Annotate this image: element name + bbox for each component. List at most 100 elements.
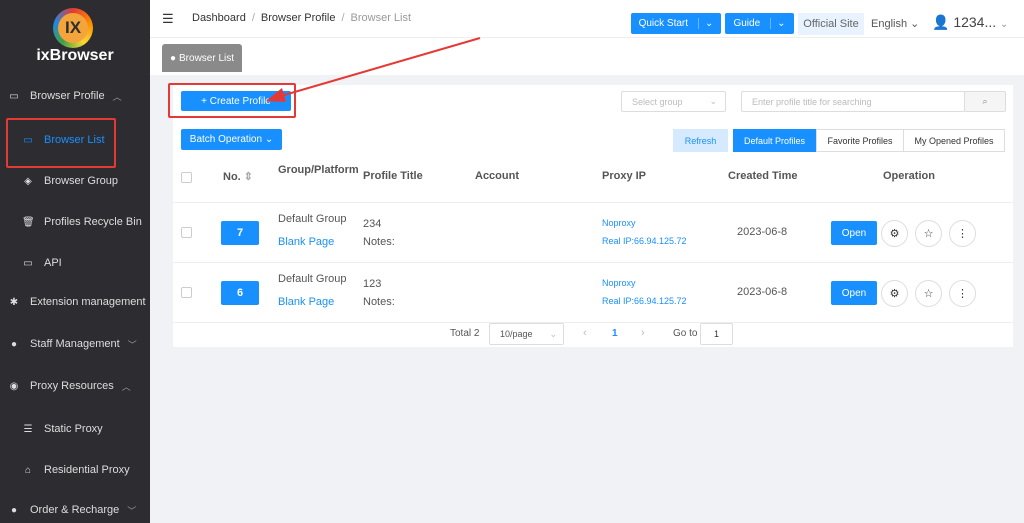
row-checkbox[interactable] bbox=[181, 227, 192, 238]
prev-page-button[interactable]: ‹ bbox=[583, 327, 587, 339]
tab-my-opened-profiles[interactable]: My Opened Profiles bbox=[903, 129, 1005, 152]
user-menu[interactable]: 👤 1234... ⌄ bbox=[932, 14, 1008, 31]
sidebar-item-static-proxy[interactable]: ☰ Static Proxy bbox=[0, 419, 150, 439]
batch-operation-button[interactable]: Batch Operation ⌄ bbox=[181, 129, 282, 150]
breadcrumb-dashboard[interactable]: Dashboard bbox=[192, 12, 246, 24]
group-name: Default Group bbox=[278, 213, 347, 225]
search-icon[interactable]: ⌕ bbox=[964, 91, 1006, 112]
header: ☰ Dashboard / Browser Profile / Browser List… bbox=[150, 0, 1024, 38]
sidebar-item-api[interactable]: ▭ API bbox=[0, 253, 150, 273]
open-button[interactable]: Open bbox=[831, 281, 877, 305]
sidebar-item-label: API bbox=[44, 257, 62, 269]
refresh-button[interactable]: Refresh bbox=[673, 129, 728, 152]
tab-browser-list[interactable]: ● Browser List bbox=[162, 44, 242, 72]
sidebar-item-label: Staff Management bbox=[30, 338, 120, 350]
header-no[interactable]: No. ⇕ bbox=[223, 170, 253, 183]
sidebar-item-residential-proxy[interactable]: ⌂ Residential Proxy bbox=[0, 460, 150, 480]
sidebar-item-label: Browser Profile bbox=[30, 90, 105, 102]
user-icon: 👤 bbox=[932, 14, 950, 30]
tab-default-profiles[interactable]: Default Profiles bbox=[733, 129, 816, 152]
chevron-down-icon[interactable]: ⌄ bbox=[698, 18, 713, 29]
quick-start-button[interactable]: Quick Start ⌄ bbox=[631, 13, 721, 34]
sidebar-item-staff-management[interactable]: ● Staff Management ﹀ bbox=[0, 334, 150, 354]
ixbrowser-logo: IX bbox=[53, 8, 93, 48]
group-name: Default Group bbox=[278, 273, 347, 285]
select-all-checkbox[interactable] bbox=[181, 172, 192, 183]
chevron-down-icon: ﹀ bbox=[127, 505, 137, 516]
globe-icon: ◉ bbox=[9, 380, 19, 392]
chevron-up-icon: ︿ bbox=[121, 381, 131, 392]
sidebar-item-label: Static Proxy bbox=[44, 423, 103, 435]
header-operation: Operation bbox=[883, 170, 935, 182]
language-select[interactable]: English ⌄ bbox=[871, 17, 919, 30]
profile-notes: Notes: bbox=[363, 236, 395, 248]
goto-label: Go to bbox=[673, 328, 698, 339]
sidebar-item-label: Extension management bbox=[30, 296, 146, 308]
sidebar-item-label: Browser Group bbox=[44, 175, 118, 187]
sidebar-item-label: Proxy Resources bbox=[30, 380, 114, 392]
profile-notes: Notes: bbox=[363, 296, 395, 308]
trash-icon: 🗑 bbox=[22, 216, 35, 228]
breadcrumb-browser-profile[interactable]: Browser Profile bbox=[261, 12, 336, 24]
guide-button[interactable]: Guide ⌄ bbox=[725, 13, 794, 34]
header-profile-title: Profile Title bbox=[363, 170, 423, 182]
next-page-button[interactable]: › bbox=[641, 327, 645, 339]
open-button[interactable]: Open bbox=[831, 221, 877, 245]
sidebar-item-extension-management[interactable]: ✱ Extension management bbox=[0, 292, 150, 312]
chevron-down-icon[interactable]: ⌄ bbox=[770, 18, 786, 29]
chevron-up-icon: ︿ bbox=[112, 91, 122, 102]
proxy-type[interactable]: Noproxy bbox=[602, 218, 636, 228]
header-account: Account bbox=[475, 170, 519, 182]
favorite-star-icon[interactable]: ☆ bbox=[915, 220, 942, 247]
real-ip: Real IP:66.94.125.72 bbox=[602, 236, 687, 246]
row-checkbox[interactable] bbox=[181, 287, 192, 298]
profile-number: 7 bbox=[221, 221, 259, 245]
page-size-select[interactable]: 10/page ⌄ bbox=[489, 323, 564, 345]
total-count: Total 2 bbox=[450, 328, 480, 339]
breadcrumb: Dashboard / Browser Profile / Browser List bbox=[192, 12, 412, 24]
cube-icon: ◈ bbox=[24, 175, 32, 187]
settings-gear-icon[interactable]: ⚙ bbox=[881, 220, 908, 247]
page-1[interactable]: 1 bbox=[612, 328, 618, 339]
window-icon: ▭ bbox=[9, 90, 19, 102]
profile-title: 123 bbox=[363, 278, 382, 290]
sidebar-item-proxy-resources[interactable]: ◉ Proxy Resources ︿ bbox=[0, 376, 150, 396]
settings-gear-icon[interactable]: ⚙ bbox=[881, 280, 908, 307]
profile-number: 6 bbox=[221, 281, 259, 305]
profile-title: 234 bbox=[363, 218, 382, 230]
sidebar-item-label: Order & Recharge bbox=[30, 504, 120, 516]
annotation-arrow bbox=[266, 37, 481, 102]
header-group-platform: Group/Platform bbox=[278, 164, 359, 176]
house-icon: ⌂ bbox=[24, 464, 32, 476]
created-time: 2023-06-8 bbox=[737, 286, 788, 298]
highlight-box bbox=[6, 118, 116, 168]
goto-input[interactable]: 1 bbox=[700, 323, 733, 345]
favorite-star-icon[interactable]: ☆ bbox=[915, 280, 942, 307]
select-group-dropdown[interactable]: Select group ⌄ bbox=[621, 91, 726, 112]
chevron-down-icon: ﹀ bbox=[127, 339, 137, 350]
brand-name: ixBrowser bbox=[36, 47, 114, 64]
more-options-icon[interactable]: ⋮ bbox=[949, 220, 976, 247]
more-options-icon[interactable]: ⋮ bbox=[949, 280, 976, 307]
user-icon: ● bbox=[10, 338, 18, 350]
sidebar-item-profiles-recycle-bin[interactable]: 🗑 Profiles Recycle Bin bbox=[0, 212, 150, 232]
list-icon: ☰ bbox=[23, 423, 33, 435]
platform-link[interactable]: Blank Page bbox=[278, 236, 334, 248]
official-site-link[interactable]: Official Site bbox=[798, 13, 864, 35]
divider bbox=[173, 262, 1013, 263]
sidebar-item-order-recharge[interactable]: ● Order & Recharge ﹀ bbox=[0, 500, 150, 520]
sidebar-item-label: Residential Proxy bbox=[44, 464, 130, 476]
coin-icon: ● bbox=[10, 504, 18, 516]
menu-toggle-icon[interactable]: ☰ bbox=[162, 11, 174, 27]
window-icon: ▭ bbox=[23, 257, 33, 269]
sidebar-item-browser-profile[interactable]: ▭ Browser Profile ︿ bbox=[0, 86, 150, 106]
platform-link[interactable]: Blank Page bbox=[278, 296, 334, 308]
search-input[interactable]: Enter profile title for searching bbox=[741, 91, 965, 112]
divider bbox=[173, 202, 1013, 203]
proxy-type[interactable]: Noproxy bbox=[602, 278, 636, 288]
sidebar-item-browser-group[interactable]: ◈ Browser Group bbox=[0, 171, 150, 191]
puzzle-icon: ✱ bbox=[9, 296, 19, 308]
tab-favorite-profiles[interactable]: Favorite Profiles bbox=[816, 129, 904, 152]
breadcrumb-current: Browser List bbox=[350, 12, 412, 24]
real-ip: Real IP:66.94.125.72 bbox=[602, 296, 687, 306]
